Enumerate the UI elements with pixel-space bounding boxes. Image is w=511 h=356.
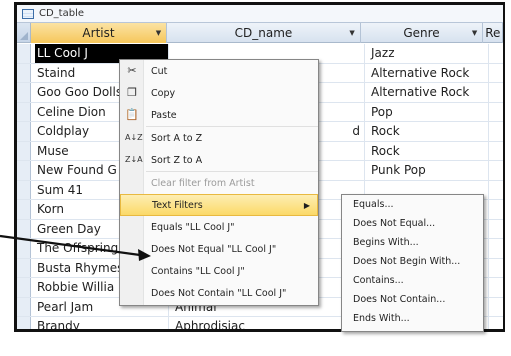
annotation-arrow-icon — [0, 234, 151, 261]
